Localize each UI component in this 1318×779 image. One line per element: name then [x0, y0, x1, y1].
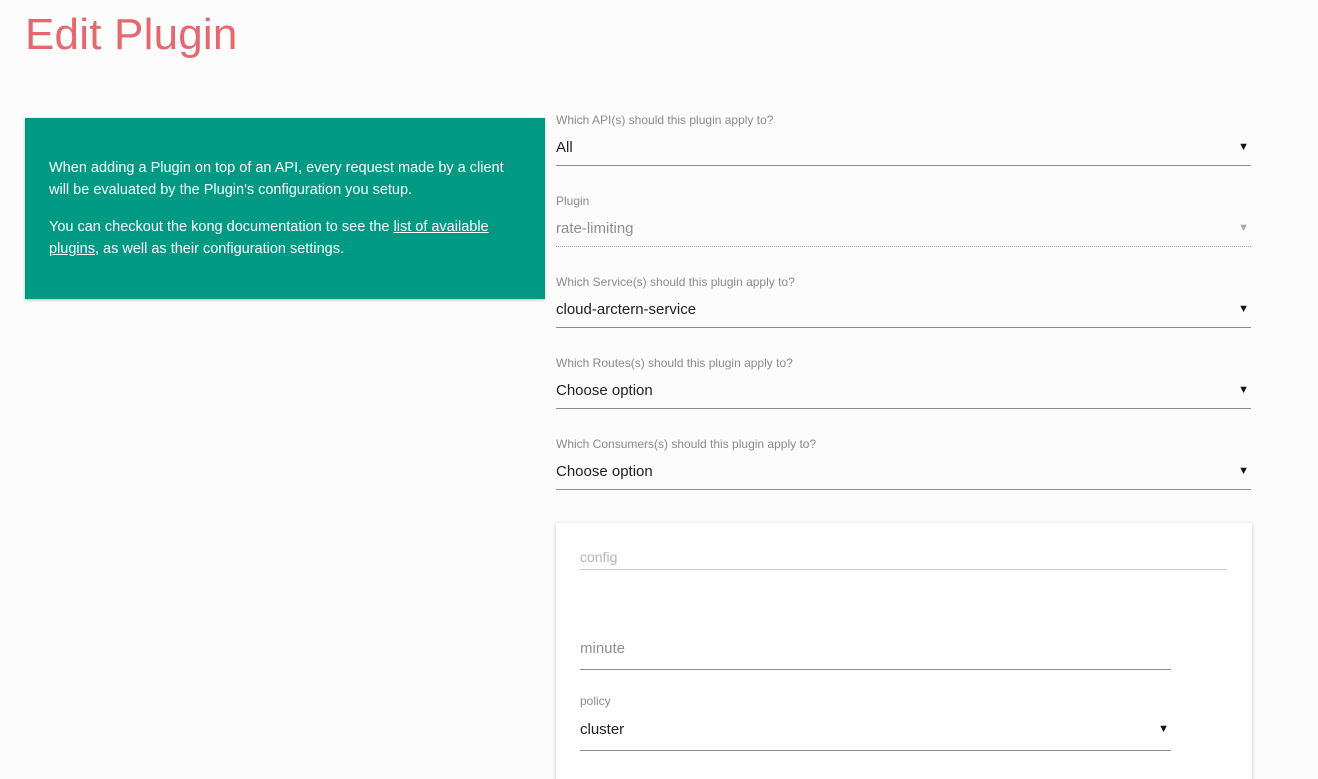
api-label: Which API(s) should this plugin apply to… — [556, 113, 774, 127]
page: Edit Plugin When adding a Plugin on top … — [0, 0, 1318, 779]
plugin-value: rate-limiting — [556, 220, 634, 237]
plugin-select: rate-limiting ▼ — [556, 216, 1251, 247]
service-label: Which Service(s) should this plugin appl… — [556, 275, 795, 289]
routes-field: Which Routes(s) should this plugin apply… — [556, 356, 1251, 410]
chevron-down-icon: ▼ — [1238, 222, 1249, 234]
routes-value: Choose option — [556, 382, 653, 399]
service-value: cloud-arctern-service — [556, 301, 697, 318]
minute-placeholder: minute — [580, 640, 626, 657]
policy-value: cluster — [580, 721, 625, 738]
info-paragraph-1: When adding a Plugin on top of an API, e… — [49, 160, 504, 198]
chevron-down-icon: ▼ — [1158, 723, 1169, 735]
policy-field: policy cluster ▼ — [580, 694, 1171, 752]
api-value: All — [556, 139, 573, 156]
service-field: Which Service(s) should this plugin appl… — [556, 275, 1251, 329]
policy-label: policy — [580, 694, 611, 708]
minute-input[interactable]: minute — [580, 639, 1171, 670]
routes-select[interactable]: Choose option ▼ — [556, 378, 1251, 409]
info-paragraph-2: You can checkout the kong documentation … — [49, 216, 521, 260]
plugin-field: Plugin rate-limiting ▼ — [556, 194, 1251, 248]
config-card: config minute policy cluster ▼ — [556, 523, 1252, 779]
chevron-down-icon: ▼ — [1238, 303, 1249, 315]
info-box: When adding a Plugin on top of an API, e… — [25, 118, 545, 299]
api-select[interactable]: All ▼ — [556, 135, 1251, 166]
policy-select[interactable]: cluster ▼ — [580, 716, 1171, 751]
info-text-before: You can checkout the kong documentation … — [49, 219, 394, 235]
info-text-after: , as well as their configuration setting… — [94, 241, 344, 257]
chevron-down-icon: ▼ — [1238, 465, 1249, 477]
page-title: Edit Plugin — [25, 10, 238, 59]
api-field: Which API(s) should this plugin apply to… — [556, 113, 1251, 167]
consumers-label: Which Consumers(s) should this plugin ap… — [556, 437, 817, 451]
consumers-select[interactable]: Choose option ▼ — [556, 459, 1251, 490]
chevron-down-icon: ▼ — [1238, 141, 1249, 153]
consumers-field: Which Consumers(s) should this plugin ap… — [556, 437, 1251, 491]
service-select[interactable]: cloud-arctern-service ▼ — [556, 297, 1251, 328]
routes-label: Which Routes(s) should this plugin apply… — [556, 356, 793, 370]
consumers-value: Choose option — [556, 463, 653, 480]
config-input[interactable]: config — [580, 549, 1227, 570]
plugin-label: Plugin — [556, 194, 590, 208]
config-placeholder: config — [580, 549, 618, 565]
chevron-down-icon: ▼ — [1238, 384, 1249, 396]
